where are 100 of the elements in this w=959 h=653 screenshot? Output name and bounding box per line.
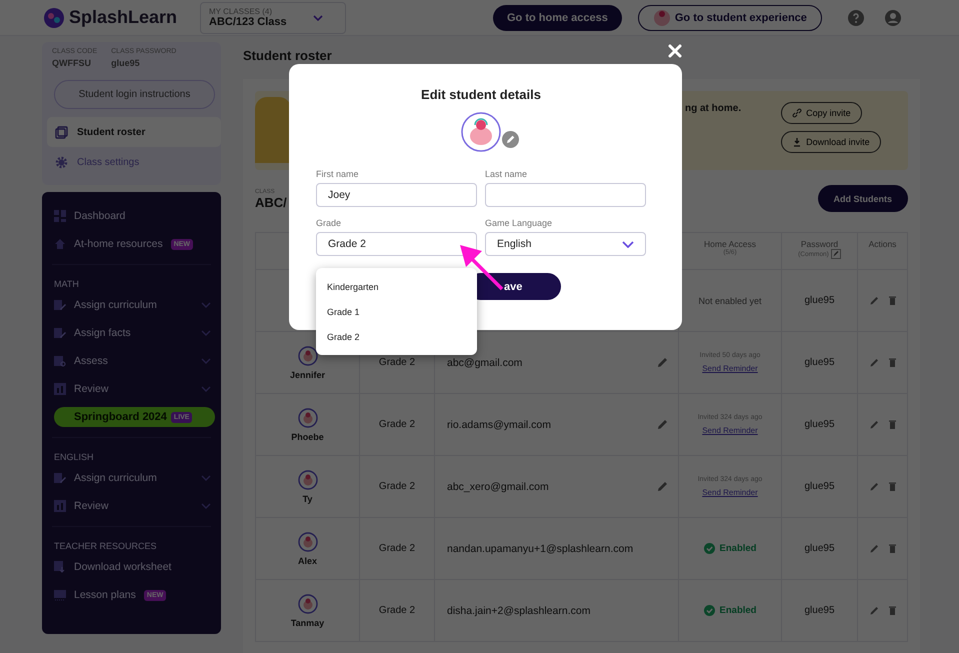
delete-icon[interactable] bbox=[888, 420, 896, 429]
board-icon bbox=[54, 589, 66, 601]
password-cell: glue95 bbox=[804, 543, 835, 554]
home-access-button[interactable]: Go to home access bbox=[493, 4, 622, 30]
delete-icon[interactable] bbox=[888, 544, 896, 553]
check-icon bbox=[704, 605, 715, 616]
edit-avatar-icon[interactable] bbox=[502, 131, 519, 148]
avatar-icon bbox=[298, 408, 318, 428]
email-cell: abc@gmail.com bbox=[447, 356, 522, 368]
dropdown-option[interactable]: Grade 2 bbox=[316, 324, 477, 349]
class-name: ABC/ bbox=[255, 195, 287, 210]
delete-icon[interactable] bbox=[888, 296, 896, 305]
delete-icon[interactable] bbox=[888, 358, 896, 367]
avatar-icon bbox=[298, 470, 318, 490]
password-cell: glue95 bbox=[804, 419, 835, 430]
banner-text: ng at home. bbox=[685, 103, 742, 114]
grade-cell: Grade 2 bbox=[378, 419, 416, 430]
home-access-status: Not enabled yet bbox=[698, 296, 762, 306]
edit-icon[interactable] bbox=[870, 358, 878, 367]
password-cell: glue95 bbox=[804, 481, 835, 492]
edit-icon[interactable] bbox=[870, 544, 878, 553]
edit-icon[interactable] bbox=[870, 482, 878, 491]
grade-cell: Grade 2 bbox=[378, 357, 416, 368]
document-magnifier-icon bbox=[54, 355, 66, 367]
chevron-down-icon bbox=[312, 14, 323, 20]
avatar-icon bbox=[298, 594, 318, 614]
grid-icon bbox=[54, 210, 66, 222]
sidebar-item[interactable]: Class settings bbox=[47, 147, 221, 177]
delete-icon[interactable] bbox=[888, 606, 896, 615]
sidebar-item[interactable]: Review bbox=[42, 492, 221, 520]
child-illustration bbox=[255, 97, 291, 163]
download-icon bbox=[792, 137, 802, 147]
grade-cell: Grade 2 bbox=[378, 543, 416, 554]
sidebar-item[interactable]: Student roster bbox=[47, 117, 221, 147]
sidebar-item[interactable]: Assign curriculum bbox=[42, 291, 221, 319]
send-reminder-link[interactable]: Send Reminder bbox=[702, 488, 758, 497]
student-name: Alex bbox=[298, 556, 317, 566]
send-reminder-link[interactable]: Send Reminder bbox=[702, 426, 758, 435]
email-cell: rio.adams@ymail.com bbox=[447, 418, 552, 430]
grade-cell: Grade 2 bbox=[378, 605, 416, 616]
check-icon bbox=[704, 543, 715, 554]
document-pencil-icon bbox=[54, 327, 66, 339]
field-label: First name bbox=[316, 169, 360, 179]
page-title: Student roster bbox=[243, 48, 332, 63]
logo-icon bbox=[42, 6, 66, 30]
edit-icon[interactable] bbox=[657, 357, 668, 368]
password-cell: glue95 bbox=[804, 295, 835, 306]
avatar-icon bbox=[298, 532, 318, 552]
select-field[interactable]: English bbox=[485, 232, 646, 256]
delete-icon[interactable] bbox=[888, 482, 896, 491]
sidebar-item[interactable]: Assess bbox=[42, 347, 221, 375]
dialog-title: Edit student details bbox=[420, 87, 542, 102]
field-label: Last name bbox=[485, 169, 528, 179]
edit-icon[interactable] bbox=[657, 419, 668, 430]
edit-icon[interactable] bbox=[870, 296, 878, 305]
password-cell: glue95 bbox=[804, 605, 835, 616]
text-field[interactable] bbox=[485, 183, 646, 207]
user-icon[interactable] bbox=[884, 10, 901, 26]
email-cell: nandan.upamanyu+1@splashlearn.com bbox=[447, 542, 634, 554]
house-icon bbox=[54, 238, 66, 250]
column-header: Password bbox=[800, 239, 838, 249]
student-name: Ty bbox=[302, 494, 312, 504]
document-download-icon bbox=[54, 561, 66, 573]
student-name: Phoebe bbox=[291, 432, 324, 442]
section-heading: MATH bbox=[53, 278, 80, 291]
student-experience-button[interactable]: Go to student experience bbox=[638, 4, 822, 30]
login-instructions-button[interactable]: Student login instructions bbox=[54, 80, 215, 109]
cards-icon bbox=[55, 126, 68, 138]
edit-icon[interactable] bbox=[870, 606, 878, 615]
settings-icon bbox=[55, 156, 68, 168]
grade-cell: Grade 2 bbox=[378, 481, 416, 492]
class-code: QWFFSU bbox=[52, 58, 92, 68]
copy-invite-button[interactable]: Copy invite bbox=[781, 102, 862, 124]
section-heading: TEACHER RESOURCES bbox=[53, 540, 158, 553]
student-name: Jennifer bbox=[290, 370, 325, 380]
edit-icon[interactable] bbox=[870, 420, 878, 429]
close-icon[interactable] bbox=[668, 44, 682, 58]
sidebar-item[interactable]: Assign facts bbox=[42, 319, 221, 347]
send-reminder-link[interactable]: Send Reminder bbox=[702, 364, 758, 373]
password-cell: glue95 bbox=[804, 357, 835, 368]
sidebar-item[interactable]: Assign curriculum bbox=[42, 464, 221, 492]
download-invite-button[interactable]: Download invite bbox=[781, 131, 881, 153]
edit-icon[interactable] bbox=[830, 249, 841, 259]
column-header: Actions bbox=[868, 239, 896, 249]
bar-chart-icon bbox=[54, 500, 66, 512]
sidebar-item[interactable]: Review bbox=[42, 375, 221, 403]
help-icon[interactable] bbox=[848, 10, 864, 26]
sidebar-item[interactable]: Download worksheet bbox=[42, 553, 221, 581]
dropdown-option[interactable]: Grade 1 bbox=[316, 299, 477, 324]
avatar-icon bbox=[461, 112, 501, 152]
section-heading: ENGLISH bbox=[53, 451, 95, 464]
home-access-status: Enabled bbox=[720, 543, 756, 554]
character-icon bbox=[652, 8, 671, 26]
add-students-button[interactable]: Add Students bbox=[818, 185, 908, 212]
select-field[interactable]: Grade 2 bbox=[316, 232, 477, 256]
field-label: Grade bbox=[316, 218, 342, 228]
email-cell: disha.jain+2@splashlearn.com bbox=[447, 604, 590, 616]
text-field[interactable]: Joey bbox=[316, 183, 477, 207]
sidebar-item[interactable]: Dashboard bbox=[42, 202, 221, 230]
edit-icon[interactable] bbox=[657, 481, 668, 492]
